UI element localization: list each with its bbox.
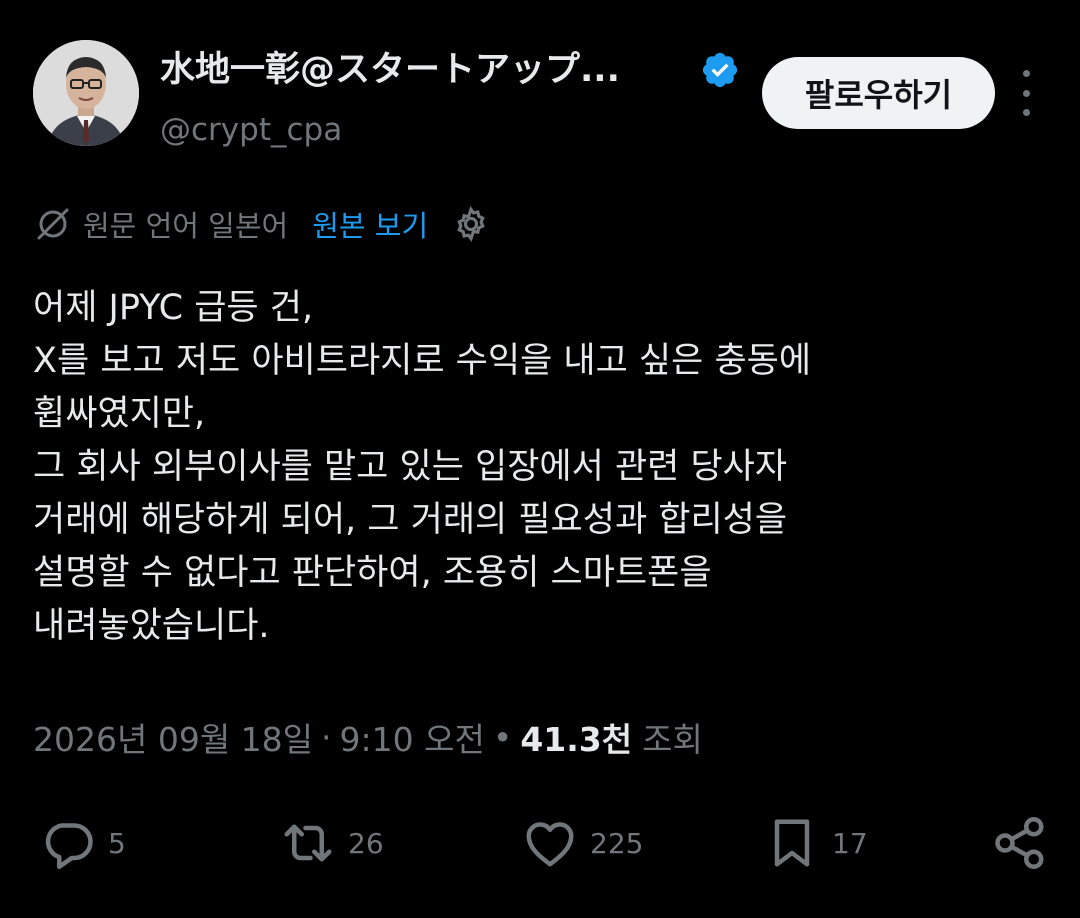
translation-bar: 원문 언어 일본어 원본 보기 [33,200,490,248]
views-count[interactable]: 41.3천 [520,713,632,761]
like-count: 225 [590,826,644,860]
translate-icon [37,208,69,240]
tweet-time[interactable]: 9:10 오전 [340,713,485,761]
tweet-text-line: 거래에 해당하게 되어, 그 거래의 필요성과 합리성을 [33,500,788,540]
author-handle[interactable]: @crypt_cpa [160,108,342,152]
repost-icon [284,824,332,862]
reply-button[interactable]: 5 [38,808,126,878]
tweet-actions: 5 26 225 17 [0,808,1080,878]
tweet-text-line: 내려놓았습니다. [33,606,270,646]
tweet-header: 水地一彰@スタートアップ... @crypt_cpa 팔로우하기 [0,0,1080,170]
tweet-meta: 2026년 09월 18일 · 9:10 오전 • 41.3천 조회 [33,712,703,762]
follow-button[interactable]: 팔로우하기 [762,57,995,129]
repost-button[interactable]: 26 [278,808,384,878]
share-button[interactable] [985,808,1055,878]
meta-separator: · [321,717,332,757]
avatar[interactable] [33,40,139,146]
avatar-image [33,40,139,146]
gear-icon[interactable] [452,205,490,243]
tweet-text-line: 그 회사 외부이사를 맡고 있는 입장에서 관련 당사자 [33,447,788,487]
verified-badge-icon [702,52,738,88]
tweet-text-line: 어제 JPYC 급등 건, [33,288,314,328]
tweet-text-line: 설명할 수 없다고 판단하여, 조용히 스마트폰을 [33,553,712,593]
share-icon [995,817,1044,869]
reply-bubble-icon [45,823,93,869]
repost-count: 26 [348,826,384,860]
tweet-text: 어제 JPYC 급등 건, X를 보고 저도 아비트라지로 수익을 내고 싶은 … [33,282,1043,653]
like-button[interactable]: 225 [520,808,643,878]
tweet-text-line: X를 보고 저도 아비트라지로 수익을 내고 싶은 충동에 [33,341,812,381]
reply-count: 5 [108,826,126,860]
tweet-date[interactable]: 2026년 09월 18일 [33,713,313,761]
bookmark-icon [774,819,810,867]
views-label: 조회 [642,720,703,759]
source-language-label: 원문 언어 일본어 [83,209,289,243]
author-display-name[interactable]: 水地一彰@スタートアップ... [160,45,620,95]
show-original-link[interactable]: 원본 보기 [312,203,428,245]
bookmark-button[interactable]: 17 [762,808,868,878]
heart-icon [526,822,574,867]
meta-bullet: • [492,717,513,757]
bookmark-count: 17 [832,826,868,860]
tweet-text-line: 휩싸였지만, [33,394,206,434]
more-vertical-icon[interactable] [1014,70,1038,116]
